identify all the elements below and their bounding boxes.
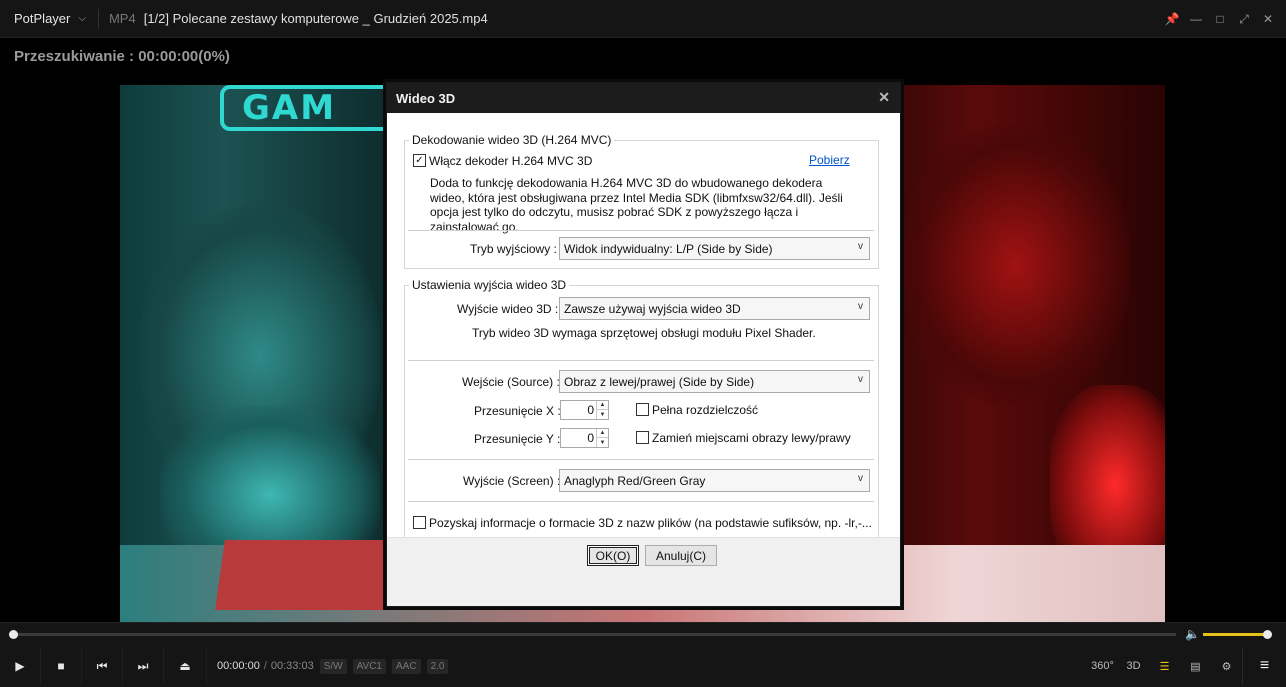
video-output-select[interactable]: Zawsze używaj wyjścia wideo 3D v (559, 297, 870, 320)
group-decode-divider (408, 230, 874, 231)
playlist-search-icon[interactable]: ☰ (1149, 647, 1180, 685)
app-brand: PotPlayer (14, 11, 71, 26)
chevron-down-icon: v (858, 473, 863, 484)
cancel-button[interactable]: Anuluj(C) (645, 545, 717, 566)
settings-gear-icon[interactable]: ⚙ (1211, 647, 1242, 685)
spin-up-icon[interactable]: ▲ (596, 429, 608, 438)
source-label: Wejście (Source) : (462, 375, 560, 389)
swap-images-label[interactable]: Zamień miejscami obrazy lewy/prawy (652, 431, 851, 445)
screen-output-select[interactable]: Anaglyph Red/Green Gray v (559, 469, 870, 492)
audio-codec-tag[interactable]: AAC (392, 658, 421, 674)
stop-button[interactable]: ■ (41, 647, 82, 685)
potplayer-menu-button[interactable]: PotPlayer ⌵ (0, 0, 98, 38)
chevron-down-icon: ⌵ (78, 13, 86, 24)
dialog-title-bar: Wideo 3D ✕ (387, 83, 900, 113)
file-format-label: MP4 (108, 11, 136, 26)
mvc-description: Doda to funkcję dekodowania H.264 MVC 3D… (430, 176, 843, 234)
title-bar: PotPlayer ⌵ MP4 [1/2] Polecane zestawy k… (0, 0, 1286, 38)
play-icon: ▶ (15, 659, 25, 673)
group-decode-legend: Dekodowanie wideo 3D (H.264 MVC) (409, 133, 615, 147)
previous-button[interactable]: ⏮ (82, 647, 123, 685)
group-output-legend: Ustawienia wyjścia wideo 3D (409, 278, 570, 292)
video-output-value: Zawsze używaj wyjścia wideo 3D (564, 301, 741, 316)
download-link[interactable]: Pobierz (809, 153, 850, 167)
close-icon[interactable]: ✕ (1258, 9, 1278, 29)
group-output-divider-1 (408, 360, 874, 361)
audio-channels-tag[interactable]: 2.0 (426, 658, 449, 674)
dialog-body: Dekodowanie wideo 3D (H.264 MVC) ✓ Włącz… (387, 113, 900, 572)
window-controls: 📌 — □ ⤢ ✕ (1162, 0, 1278, 38)
offset-x-value: 0 (587, 403, 594, 417)
video-figure-right (900, 125, 1130, 405)
seek-handle[interactable] (9, 630, 18, 639)
next-icon: ⏭ (137, 658, 149, 673)
enable-mvc-label[interactable]: Włącz dekoder H.264 MVC 3D (429, 154, 592, 168)
screen-output-value: Anaglyph Red/Green Gray (564, 473, 706, 488)
dialog-title: Wideo 3D (396, 90, 456, 106)
group-output-divider-3 (408, 501, 874, 502)
previous-icon: ⏮ (96, 658, 108, 673)
volume-handle[interactable] (1263, 630, 1272, 639)
three-d-button[interactable]: 3D (1118, 647, 1149, 685)
next-button[interactable]: ⏭ (123, 647, 164, 685)
time-separator: / (263, 660, 267, 672)
output-mode-value: Widok indywidualny: L/P (Side by Side) (564, 241, 773, 256)
menu-icon[interactable]: ≡ (1242, 647, 1286, 685)
video-3d-dialog: Wideo 3D ✕ Dekodowanie wideo 3D (H.264 M… (386, 82, 901, 607)
stop-icon: ■ (57, 659, 65, 673)
eject-button[interactable]: ⏏ (164, 647, 207, 685)
spin-up-icon[interactable]: ▲ (596, 401, 608, 410)
dialog-footer: OK(O) Anuluj(C) (387, 537, 900, 572)
eject-icon: ⏏ (179, 659, 191, 673)
ok-button[interactable]: OK(O) (587, 545, 639, 566)
full-resolution-checkbox[interactable] (636, 403, 649, 416)
decoder-tag[interactable]: S/W (319, 658, 347, 674)
video-neon-sign: GAM (220, 85, 400, 131)
player-controls: 🔈 ▶ ■ ⏮ ⏭ ⏏ 00:00:00/00:33:03 S/W AVC1 A… (0, 622, 1286, 687)
right-buttons: 360° 3D ☰ ▤ ⚙ ≡ (1087, 647, 1286, 685)
time-display: 00:00:00/00:33:03 (217, 660, 314, 672)
filename-suffix-label[interactable]: Pozyskaj informacje o formacie 3D z nazw… (429, 516, 872, 530)
video-object (215, 540, 395, 610)
output-mode-label: Tryb wyjściowy : (470, 242, 557, 256)
output-mode-select[interactable]: Widok indywidualny: L/P (Side by Side) v (559, 237, 870, 260)
window-title: [1/2] Polecane zestawy komputerowe _ Gru… (143, 11, 488, 26)
video-codec-tag[interactable]: AVC1 (352, 658, 386, 674)
volume-bar[interactable] (1203, 633, 1267, 636)
chevron-down-icon: v (858, 374, 863, 385)
play-button[interactable]: ▶ (0, 647, 41, 685)
source-value: Obraz z lewej/prawej (Side by Side) (564, 374, 755, 389)
offset-x-spinner[interactable]: 0 ▲ ▼ (560, 400, 609, 420)
spin-down-icon[interactable]: ▼ (596, 438, 608, 447)
control-row: ▶ ■ ⏮ ⏭ ⏏ 00:00:00/00:33:03 S/W AVC1 AAC… (0, 647, 1286, 685)
spin-down-icon[interactable]: ▼ (596, 410, 608, 419)
swap-images-checkbox[interactable] (636, 431, 649, 444)
offset-y-label: Przesunięcie Y : (474, 432, 561, 446)
pin-icon[interactable]: 📌 (1162, 9, 1182, 29)
fullscreen-icon[interactable]: ⤢ (1234, 9, 1254, 29)
maximize-icon[interactable]: □ (1210, 9, 1230, 29)
time-current: 00:00:00 (217, 660, 260, 672)
volume-icon[interactable]: 🔈 (1185, 627, 1200, 641)
offset-y-value: 0 (587, 431, 594, 445)
offset-x-label: Przesunięcie X : (474, 404, 561, 418)
chevron-down-icon: v (858, 241, 863, 252)
offset-y-spinner[interactable]: 0 ▲ ▼ (560, 428, 609, 448)
chevron-down-icon: v (858, 301, 863, 312)
seek-bar[interactable] (13, 633, 1176, 636)
chapters-icon[interactable]: ▤ (1180, 647, 1211, 685)
time-total: 00:33:03 (270, 660, 314, 672)
enable-mvc-checkbox[interactable]: ✓ (413, 154, 426, 167)
video-output-label: Wyjście wideo 3D : (457, 302, 559, 316)
vr-360-button[interactable]: 360° (1087, 647, 1118, 685)
screen-output-label: Wyjście (Screen) : (463, 474, 561, 488)
shader-note: Tryb wideo 3D wymaga sprzętowej obsługi … (472, 326, 816, 340)
filename-suffix-checkbox[interactable] (413, 516, 426, 529)
minimize-icon[interactable]: — (1186, 9, 1206, 29)
full-resolution-label[interactable]: Pełna rozdzielczość (652, 403, 758, 417)
source-select[interactable]: Obraz z lewej/prawej (Side by Side) v (559, 370, 870, 393)
dialog-close-icon[interactable]: ✕ (878, 89, 890, 106)
osd-seek-text: Przeszukiwanie : 00:00:00(0%) (14, 48, 230, 65)
group-output-divider-2 (408, 459, 874, 460)
